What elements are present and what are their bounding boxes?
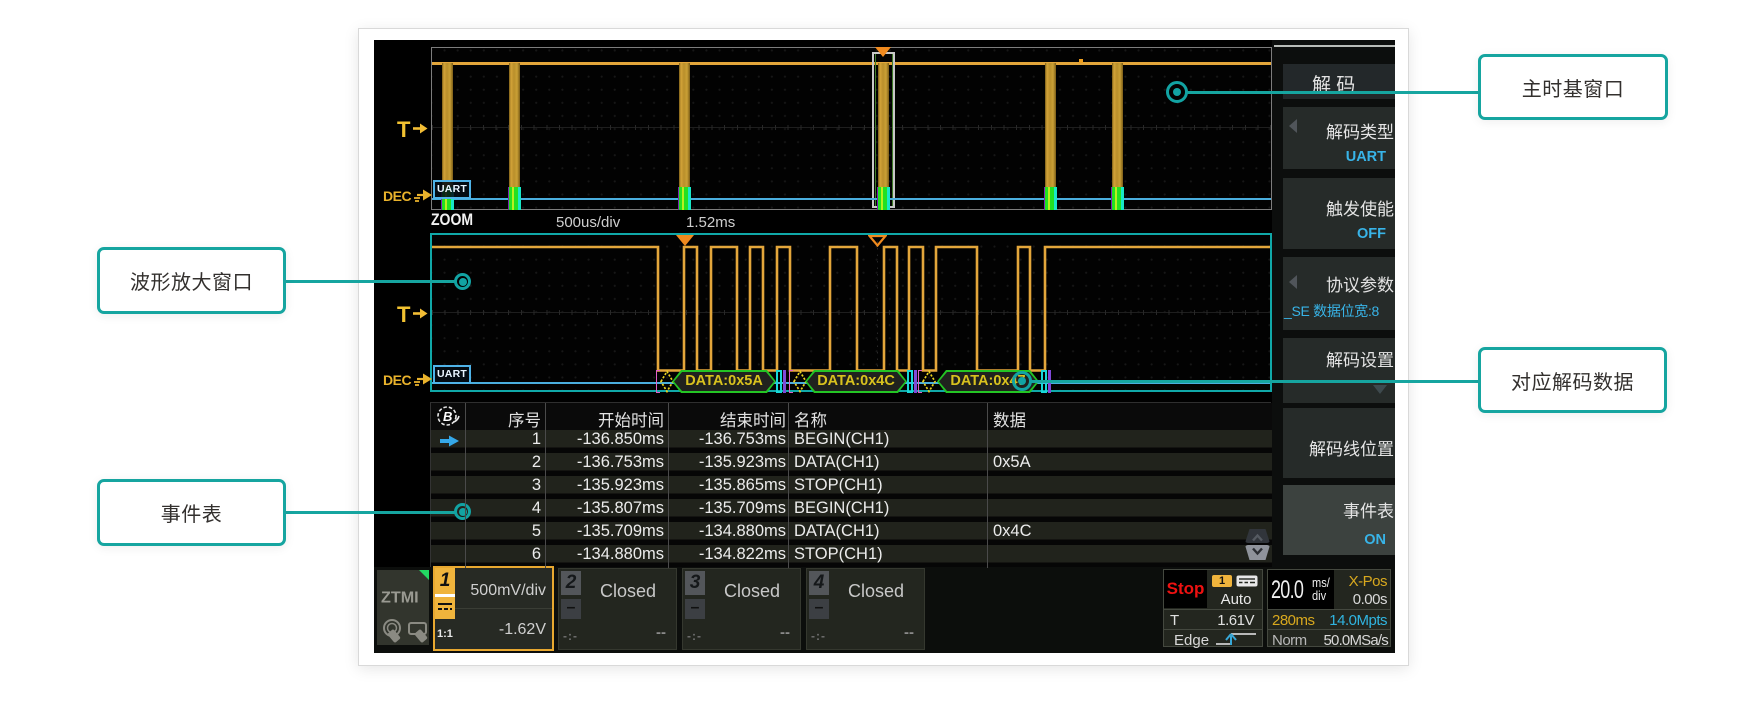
svg-text:B: B: [443, 409, 452, 424]
